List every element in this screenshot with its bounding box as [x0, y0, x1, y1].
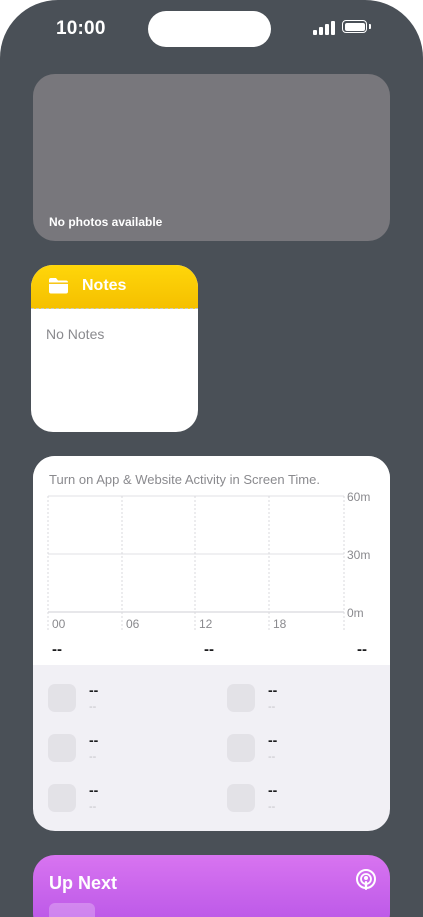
y-axis-label: 30m	[347, 548, 370, 562]
x-axis-label: 18	[273, 617, 287, 631]
x-axis-label: 00	[52, 617, 66, 631]
episode-artwork-placeholder[interactable]	[49, 903, 95, 917]
dynamic-island	[148, 11, 271, 47]
app-usage-value: --	[89, 682, 99, 698]
app-usage-sub: --	[89, 801, 97, 813]
up-next-widget[interactable]: Up Next	[33, 855, 390, 917]
photos-widget[interactable]: No photos available	[33, 74, 390, 241]
notes-title: Notes	[82, 277, 127, 294]
y-axis-label: 60m	[347, 490, 370, 504]
app-icon-placeholder	[48, 734, 76, 762]
summary-value: --	[204, 641, 214, 658]
folder-icon	[49, 278, 68, 294]
app-icon-placeholder	[48, 684, 76, 712]
app-usage-value: --	[89, 732, 99, 748]
photos-empty-message: No photos available	[49, 215, 163, 229]
app-icon-placeholder	[48, 784, 76, 812]
app-usage-sub: --	[89, 701, 97, 713]
x-axis-label: 12	[199, 617, 213, 631]
summary-value: --	[357, 641, 367, 658]
app-icon-placeholder	[227, 784, 255, 812]
app-usage-value: --	[268, 682, 278, 698]
summary-value: --	[52, 641, 62, 658]
screen-time-chart-area: Turn on App & Website Activity in Screen…	[33, 456, 390, 665]
app-usage-value: --	[268, 732, 278, 748]
app-usage-sub: --	[89, 751, 97, 763]
battery-icon	[342, 20, 367, 33]
app-usage-sub: --	[268, 751, 276, 763]
app-icon-placeholder	[227, 684, 255, 712]
screen-time-widget[interactable]: Turn on App & Website Activity in Screen…	[33, 456, 390, 831]
podcasts-icon	[356, 869, 376, 890]
home-screen: 10:00 No photos available Notes No Notes…	[0, 0, 423, 917]
notes-empty-message: No Notes	[46, 326, 105, 342]
status-time: 10:00	[56, 18, 106, 39]
battery-cap	[369, 24, 371, 29]
cellular-signal-icon	[313, 21, 335, 35]
app-usage-sub: --	[268, 701, 276, 713]
app-usage-value: --	[268, 782, 278, 798]
x-axis-label: 06	[126, 617, 140, 631]
screen-time-chart: 60m 30m 0m 00 06 12 18	[47, 490, 370, 631]
app-usage-value: --	[89, 782, 99, 798]
y-axis-label: 0m	[347, 606, 364, 620]
notes-widget[interactable]: Notes No Notes	[31, 265, 198, 432]
app-icon-placeholder	[227, 734, 255, 762]
notes-header: Notes	[31, 265, 198, 309]
app-usage-sub: --	[268, 801, 276, 813]
up-next-title: Up Next	[49, 873, 118, 893]
